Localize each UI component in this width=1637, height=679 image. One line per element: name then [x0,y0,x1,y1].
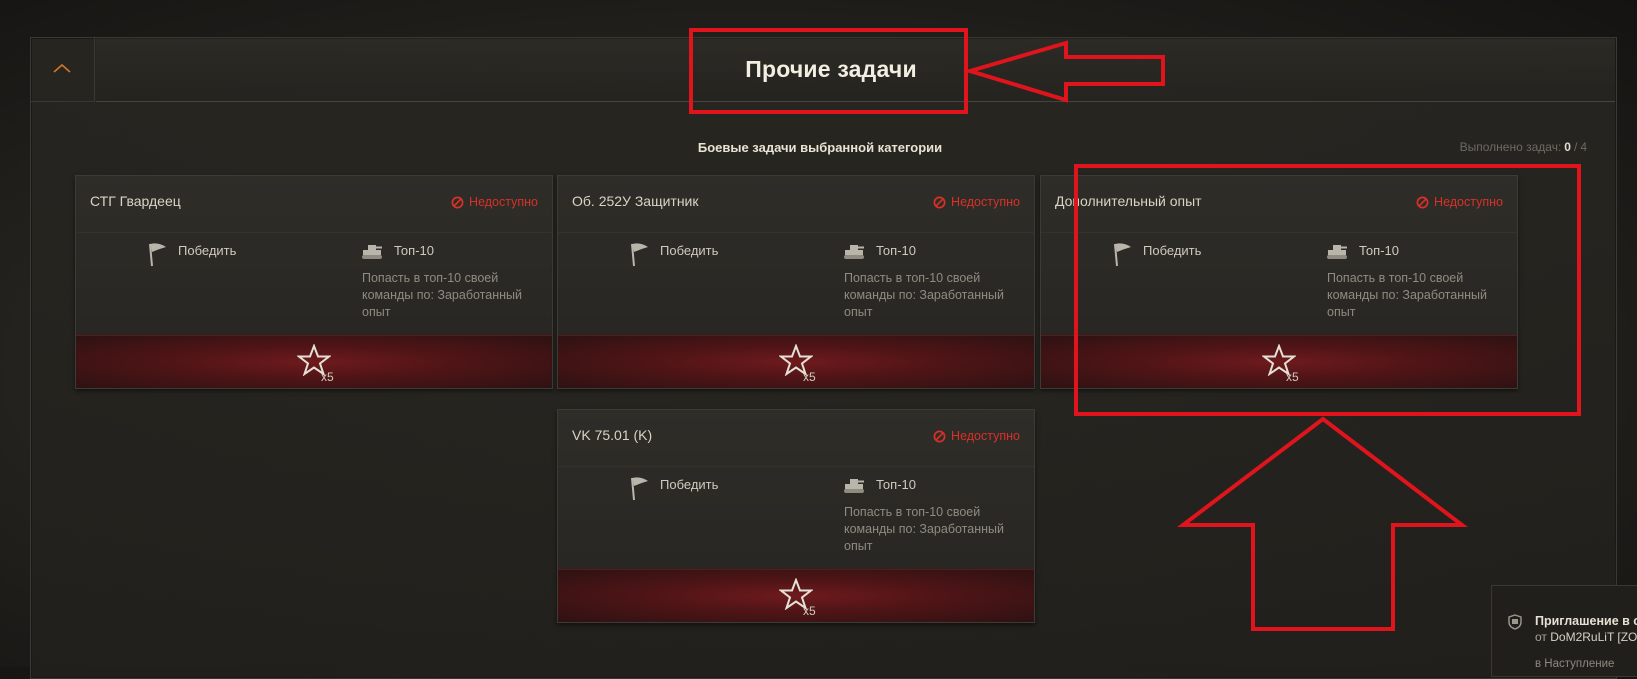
tank-icon [362,245,382,259]
forbidden-icon [933,196,946,208]
status-label: Недоступно [469,195,538,209]
notification-title: Приглашение в о [1535,614,1637,628]
forbidden-icon [1416,196,1429,208]
reward-multiplier: x5 [803,370,816,384]
condition-top10-title: Топ-10 [876,477,916,492]
condition-top10-title: Топ-10 [1359,243,1399,258]
status-badge: Недоступно [933,195,1020,209]
reward-multiplier: x5 [803,604,816,618]
quest-name: Об. 252У Защитник [572,193,699,209]
tank-icon [1327,245,1347,259]
condition-top10-desc: Попасть в топ-10 своей команды по: Зараб… [844,505,1004,553]
condition-win: Победить [178,243,237,258]
status-badge: Недоступно [451,195,538,209]
completed-label: Выполнено задач: [1459,140,1562,154]
completed-total: 4 [1580,140,1587,154]
notification-from-prefix: от [1535,630,1547,644]
condition-top10-desc: Попасть в топ-10 своей команды по: Зараб… [1327,271,1487,319]
condition-top10-desc: Попасть в топ-10 своей команды по: Зараб… [362,271,522,319]
forbidden-icon [451,196,464,208]
reward-bar: x5 [558,335,1034,388]
status-label: Недоступно [951,195,1020,209]
flag-icon [149,243,166,267]
reward-bar: x5 [558,569,1034,622]
condition-win: Победить [660,477,719,492]
reward-bar: x5 [76,335,552,388]
status-badge: Недоступно [933,429,1020,443]
condition-top10-title: Топ-10 [394,243,434,258]
card-header: Дополнительный опыт Недоступно [1041,176,1517,233]
completed-counter: Выполнено задач: 0/4 [1460,140,1587,154]
card-header: СТГ Гвардеец Недоступно [76,176,552,233]
quest-card[interactable]: Об. 252У Защитник Недоступно Победить То… [557,175,1035,389]
notification-sender-name: DoM2RuLiT [ZOM [1550,630,1637,644]
shield-icon [1508,614,1522,630]
condition-win: Победить [660,243,719,258]
invite-notification[interactable]: Приглашение в о от DoM2RuLiT [ZOM в Наст… [1491,585,1637,677]
flag-icon [631,243,648,267]
quest-name: СТГ Гвардеец [90,193,181,209]
notification-sender: от DoM2RuLiT [ZOM [1535,630,1637,644]
condition-win: Победить [1143,243,1202,258]
collapse-button[interactable] [30,37,95,102]
quest-card[interactable]: Дополнительный опыт Недоступно Победить … [1040,175,1518,389]
flag-icon [631,477,648,501]
condition-top10-desc: Попасть в топ-10 своей команды по: Зараб… [844,271,1004,319]
status-badge: Недоступно [1416,195,1503,209]
section-subtitle: Боевые задачи выбранной категории [697,140,943,155]
flag-icon [1114,243,1131,267]
chevron-up-icon [53,63,71,73]
reward-bar: x5 [1041,335,1517,388]
quest-name: Дополнительный опыт [1055,193,1202,209]
reward-multiplier: x5 [1286,370,1299,384]
completed-separator: / [1573,140,1578,154]
completed-current: 0 [1564,140,1571,154]
card-header: VK 75.01 (K) Недоступно [558,410,1034,467]
tank-icon [844,479,864,493]
page-title: Прочие задачи [745,56,917,82]
notification-mode: в Наступление [1535,658,1615,670]
tank-icon [844,245,864,259]
status-label: Недоступно [951,429,1020,443]
reward-multiplier: x5 [321,370,334,384]
condition-top10-title: Топ-10 [876,243,916,258]
card-header: Об. 252У Защитник Недоступно [558,176,1034,233]
forbidden-icon [933,430,946,442]
status-label: Недоступно [1434,195,1503,209]
quest-card[interactable]: СТГ Гвардеец Недоступно Победить Топ-10 … [75,175,553,389]
quest-card[interactable]: VK 75.01 (K) Недоступно Победить Топ-10 … [557,409,1035,623]
quest-name: VK 75.01 (K) [572,427,653,443]
